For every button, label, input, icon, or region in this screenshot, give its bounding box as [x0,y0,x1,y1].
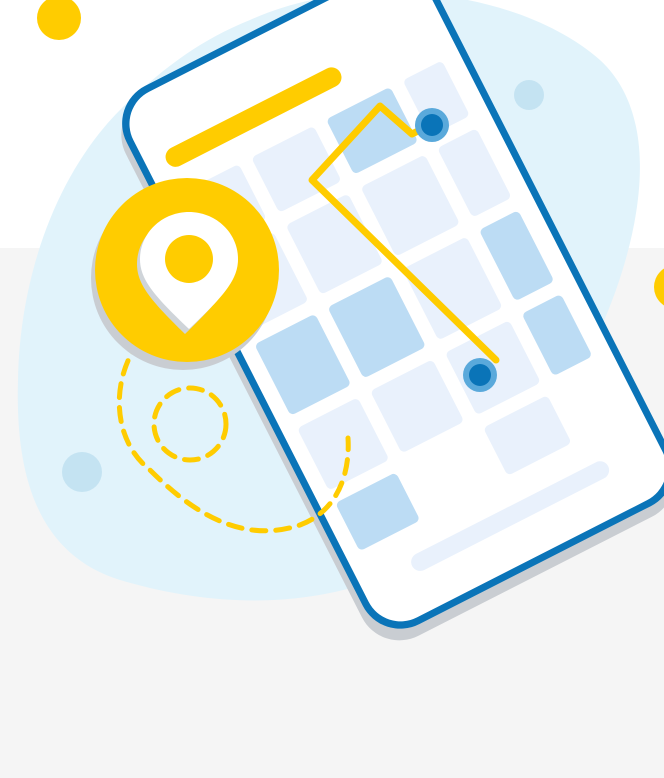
route-end-core [469,364,491,386]
pin-hole [165,235,213,283]
map-illustration [17,0,664,641]
route-start-dot-icon [415,108,449,142]
route-end-dot-icon [463,358,497,392]
route-start-core [421,114,443,136]
yellow-dot-right-edge [654,268,664,306]
blue-bubble-left [62,452,102,492]
blue-bubble-right [514,80,544,110]
yellow-dot-top-left [37,0,81,40]
